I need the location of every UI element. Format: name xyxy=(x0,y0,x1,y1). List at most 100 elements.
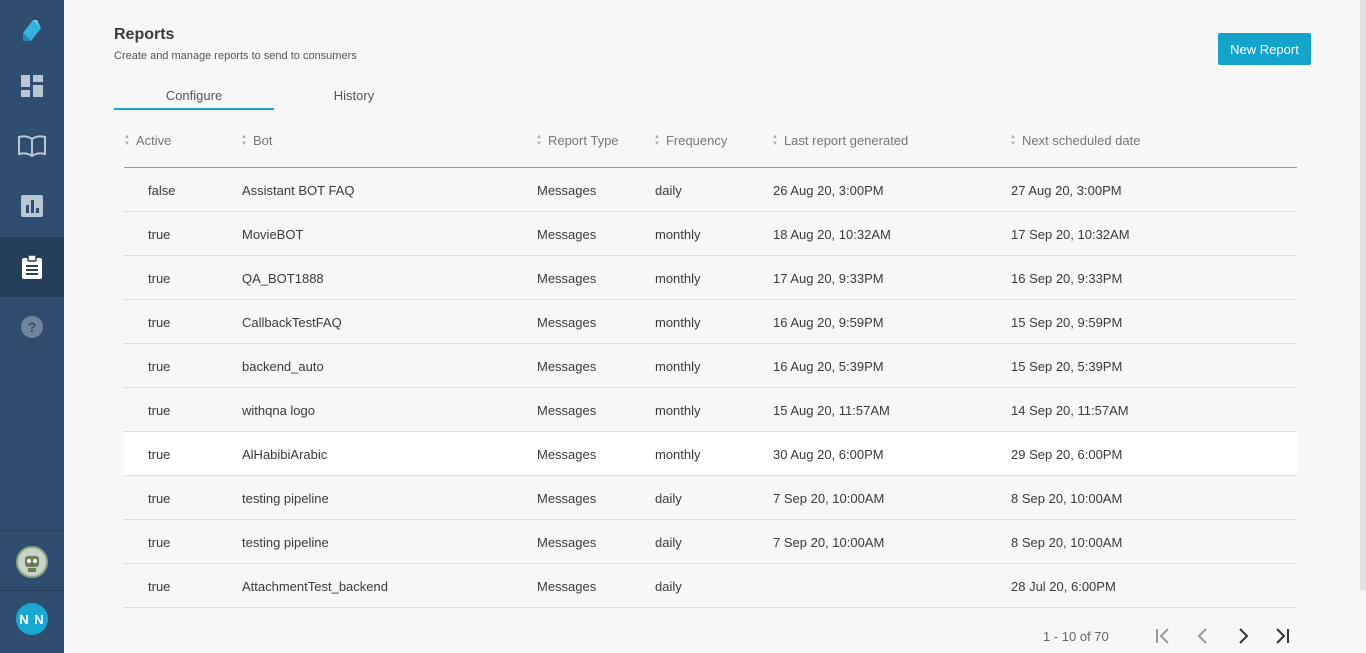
cell-bot: AlHabibiArabic xyxy=(242,447,328,462)
cell-frequency: daily xyxy=(655,579,682,594)
cell-bot: withqna logo xyxy=(242,403,315,418)
page-title: Reports xyxy=(114,26,175,43)
table-row[interactable]: false Assistant BOT FAQ Messages daily 26 Au… xyxy=(124,168,1297,212)
user-avatar[interactable]: N N xyxy=(16,603,48,635)
page-subtitle: Create and manage reports to send to con… xyxy=(114,50,357,62)
column-header-frequency[interactable]: ▲ ▼ Frequency xyxy=(654,133,727,148)
cell-frequency: daily xyxy=(655,535,682,550)
app-logo-icon[interactable] xyxy=(0,0,64,60)
cell-type: Messages xyxy=(537,579,597,594)
sort-icon: ▲ ▼ xyxy=(1010,133,1016,147)
column-header-last-report[interactable]: ▲ ▼ Last report generated xyxy=(772,133,908,148)
help-icon[interactable]: ? xyxy=(0,297,64,357)
cell-last: 26 Aug 20, 3:00PM xyxy=(773,183,884,198)
cell-next: 16 Sep 20, 9:33PM xyxy=(1011,271,1123,286)
cell-bot: CallbackTestFAQ xyxy=(242,315,342,330)
table-row[interactable]: true AlHabibiArabic Messages monthly 30 Aug … xyxy=(124,432,1297,476)
cell-bot: QA_BOT1888 xyxy=(242,271,324,286)
first-page-icon[interactable] xyxy=(1151,624,1175,648)
cell-active: false xyxy=(148,183,176,198)
cell-bot: Assistant BOT FAQ xyxy=(242,183,355,198)
cell-last: 18 Aug 20, 10:32AM xyxy=(773,227,891,242)
sort-icon: ▲ ▼ xyxy=(241,133,247,147)
sort-icon: ▲ ▼ xyxy=(654,133,660,147)
cell-next: 29 Sep 20, 6:00PM xyxy=(1011,447,1123,462)
sidebar-divider xyxy=(0,530,64,531)
cell-frequency: monthly xyxy=(655,271,701,286)
cell-last: 15 Aug 20, 11:57AM xyxy=(773,403,890,418)
cell-bot: backend_auto xyxy=(242,359,324,374)
scrollbar[interactable] xyxy=(1360,0,1366,590)
svg-text:?: ? xyxy=(28,319,37,335)
cell-bot: MovieBOT xyxy=(242,227,304,242)
column-header-active[interactable]: ▲ ▼ Active xyxy=(124,133,171,148)
cell-frequency: monthly xyxy=(655,359,701,374)
cell-type: Messages xyxy=(537,491,597,506)
cell-next: 15 Sep 20, 5:39PM xyxy=(1011,359,1123,374)
cell-next: 17 Sep 20, 10:32AM xyxy=(1011,227,1130,242)
cell-active: true xyxy=(148,491,171,506)
tab-configure[interactable]: Configure xyxy=(114,88,274,110)
cell-last: 30 Aug 20, 6:00PM xyxy=(773,447,884,462)
table-row[interactable]: true MovieBOT Messages monthly 18 Aug 20, 10… xyxy=(124,212,1297,256)
dashboard-icon[interactable] xyxy=(0,56,64,116)
sort-icon: ▲ ▼ xyxy=(536,133,542,147)
cell-active: true xyxy=(148,227,171,242)
analytics-icon[interactable] xyxy=(0,176,64,236)
column-header-bot[interactable]: ▲ ▼ Bot xyxy=(241,133,272,148)
cell-next: 28 Jul 20, 6:00PM xyxy=(1011,579,1116,594)
cell-active: true xyxy=(148,359,171,374)
table-header: ▲ ▼ Active ▲ ▼ Bot ▲ ▼ Report Type ▲ ▼ Frequ… xyxy=(124,124,1297,168)
cell-type: Messages xyxy=(537,183,597,198)
pagination-label: 1 - 10 of 70 xyxy=(1043,629,1109,644)
sidebar-divider xyxy=(0,590,64,591)
next-page-icon[interactable] xyxy=(1231,624,1255,648)
cell-frequency: monthly xyxy=(655,315,701,330)
cell-type: Messages xyxy=(537,447,597,462)
tab-history[interactable]: History xyxy=(274,88,434,110)
cell-frequency: monthly xyxy=(655,447,701,462)
sort-icon: ▲ ▼ xyxy=(124,133,130,147)
last-page-icon[interactable] xyxy=(1270,624,1294,648)
cell-type: Messages xyxy=(537,227,597,242)
cell-next: 8 Sep 20, 10:00AM xyxy=(1011,535,1123,550)
sidebar: ? N N xyxy=(0,0,64,653)
cell-active: true xyxy=(148,271,171,286)
cell-bot: testing pipeline xyxy=(242,491,329,506)
cell-active: true xyxy=(148,315,171,330)
cell-frequency: monthly xyxy=(655,227,701,242)
cell-last: 16 Aug 20, 9:59PM xyxy=(773,315,884,330)
cell-next: 27 Aug 20, 3:00PM xyxy=(1011,183,1122,198)
cell-last: 17 Aug 20, 9:33PM xyxy=(773,271,884,286)
cell-frequency: monthly xyxy=(655,403,701,418)
sort-icon: ▲ ▼ xyxy=(772,133,778,147)
table-row[interactable]: true testing pipeline Messages daily 7 Sep 2… xyxy=(124,520,1297,564)
table-row[interactable]: true QA_BOT1888 Messages monthly 17 Aug 20, … xyxy=(124,256,1297,300)
cell-type: Messages xyxy=(537,359,597,374)
cell-active: true xyxy=(148,535,171,550)
table-row[interactable]: true testing pipeline Messages daily 7 Sep 2… xyxy=(124,476,1297,520)
cell-frequency: daily xyxy=(655,491,682,506)
column-header-report-type[interactable]: ▲ ▼ Report Type xyxy=(536,133,619,148)
cell-next: 15 Sep 20, 9:59PM xyxy=(1011,315,1123,330)
column-header-next-scheduled[interactable]: ▲ ▼ Next scheduled date xyxy=(1010,133,1140,148)
cell-last: 16 Aug 20, 5:39PM xyxy=(773,359,884,374)
clipboard-icon[interactable] xyxy=(0,237,64,297)
cell-bot: AttachmentTest_backend xyxy=(242,579,388,594)
cell-last: 7 Sep 20, 10:00AM xyxy=(773,491,885,506)
cell-type: Messages xyxy=(537,535,597,550)
cell-type: Messages xyxy=(537,403,597,418)
cell-last: 7 Sep 20, 10:00AM xyxy=(773,535,885,550)
table-row[interactable]: true AttachmentTest_backend Messages daily 2… xyxy=(124,564,1297,608)
book-icon[interactable] xyxy=(0,116,64,176)
previous-page-icon[interactable] xyxy=(1191,624,1215,648)
cell-next: 8 Sep 20, 10:00AM xyxy=(1011,491,1123,506)
table-row[interactable]: true withqna logo Messages monthly 15 Aug 20… xyxy=(124,388,1297,432)
new-report-button[interactable]: New Report xyxy=(1218,33,1311,65)
bot-avatar[interactable] xyxy=(16,546,48,578)
table-row[interactable]: true backend_auto Messages monthly 16 Aug 20… xyxy=(124,344,1297,388)
cell-active: true xyxy=(148,403,171,418)
cell-active: true xyxy=(148,447,171,462)
cell-next: 14 Sep 20, 11:57AM xyxy=(1011,403,1129,418)
table-row[interactable]: true CallbackTestFAQ Messages monthly 16 Aug… xyxy=(124,300,1297,344)
